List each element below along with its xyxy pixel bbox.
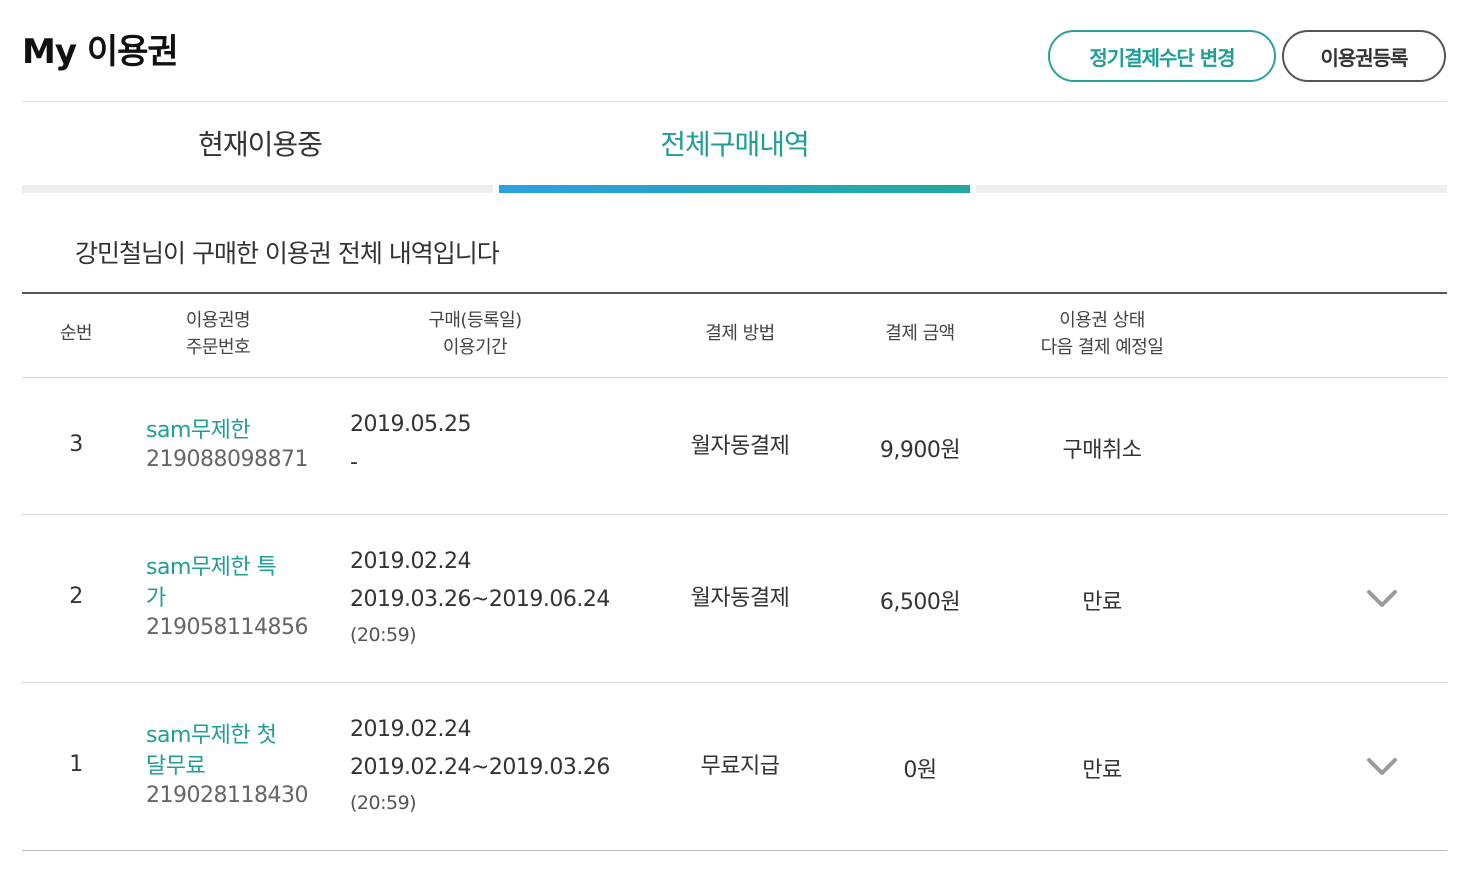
order-number: 219088098871 [146, 447, 308, 472]
table-top-border [22, 292, 1447, 294]
tab-purchase-history[interactable]: 전체구매내역 [499, 118, 970, 168]
column-header-seq: 순번 [59, 323, 93, 344]
row-seq: 3 [69, 432, 83, 457]
usage-period: 2019.03.26~2019.06.24 [350, 587, 610, 612]
register-pass-button[interactable]: 이용권등록 [1282, 30, 1446, 82]
usage-period: 2019.02.24~2019.03.26 [350, 755, 610, 780]
payment-amount: 9,900원 [879, 438, 961, 463]
chevron-down-icon[interactable] [1366, 588, 1398, 610]
column-header-date: 구매(등록일) 이용기간 [428, 310, 522, 358]
order-number: 219058114856 [146, 615, 308, 640]
usage-period-time: (20:59) [350, 792, 417, 814]
row-seq: 1 [69, 752, 83, 777]
header-divider [22, 101, 1447, 102]
tab-current-usage[interactable]: 현재이용중 [22, 118, 498, 168]
purchase-date: 2019.02.24 [350, 717, 471, 742]
table-header-divider [22, 377, 1447, 378]
pass-name-continued[interactable]: 가 [146, 580, 166, 612]
pass-status: 구매취소 [1062, 438, 1142, 463]
pass-status: 만료 [1082, 590, 1122, 615]
purchase-date: 2019.02.24 [350, 549, 471, 574]
row-divider [22, 682, 1447, 683]
column-header-amount: 결제 금액 [885, 323, 955, 344]
order-number: 219028118430 [146, 783, 308, 808]
column-header-name: 이용권명 주문번호 [185, 310, 251, 358]
pass-name-continued[interactable]: 달무료 [146, 748, 206, 780]
tab-indicator-active [499, 185, 970, 193]
payment-amount: 0원 [903, 758, 937, 783]
payment-method: 월자동결제 [690, 586, 790, 611]
chevron-down-icon[interactable] [1366, 756, 1398, 778]
row-seq: 2 [69, 584, 83, 609]
usage-period-time: (20:59) [350, 624, 417, 646]
table-bottom-border [22, 850, 1447, 851]
column-header-status: 이용권 상태 다음 결제 예정일 [1040, 310, 1164, 358]
purchase-date: 2019.05.25 [350, 412, 471, 437]
payment-amount: 6,500원 [879, 590, 961, 615]
tab-indicator-inactive [22, 185, 493, 193]
pass-name[interactable]: sam무제한 첫 [146, 717, 277, 749]
tab-indicator-inactive [976, 185, 1447, 193]
payment-method: 월자동결제 [690, 434, 790, 459]
pass-name[interactable]: sam무제한 [146, 412, 251, 444]
pass-name[interactable]: sam무제한 특 [146, 549, 277, 581]
change-payment-method-button[interactable]: 정기결제수단 변경 [1048, 30, 1276, 82]
row-divider [22, 514, 1447, 515]
column-header-method: 결제 방법 [705, 323, 775, 344]
usage-period: - [350, 450, 358, 475]
purchase-summary-text: 강민철님이 구매한 이용권 전체 내역입니다 [75, 239, 500, 268]
page-title: My 이용권 [22, 32, 179, 72]
pass-status: 만료 [1082, 758, 1122, 783]
payment-method: 무료지급 [700, 754, 780, 779]
